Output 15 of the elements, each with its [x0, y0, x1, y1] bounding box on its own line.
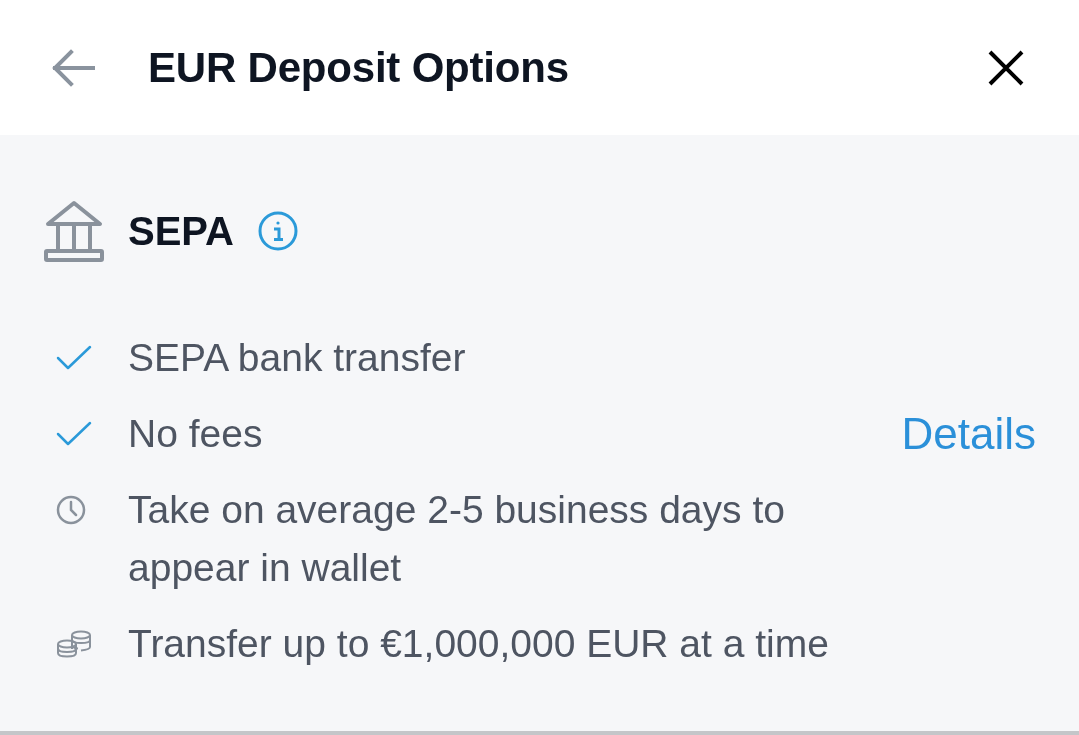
feature-text: SEPA bank transfer	[128, 335, 466, 381]
bank-icon	[43, 200, 105, 262]
check-icon	[56, 345, 92, 371]
close-icon	[988, 49, 1024, 86]
clock-icon	[56, 495, 86, 525]
feature-text: Transfer up to €1,000,000 EUR at a time	[128, 621, 829, 667]
check-icon	[56, 421, 92, 447]
coins-icon	[56, 630, 92, 658]
feature-text: Take on average 2-5 business days to appear in wallet	[128, 487, 786, 591]
details-link[interactable]: Details	[901, 405, 1036, 463]
section-title: SEPA	[128, 211, 234, 251]
back-arrow-icon	[52, 48, 96, 87]
page-title: EUR Deposit Options	[148, 46, 569, 89]
feature-text: No fees	[128, 411, 263, 457]
info-icon[interactable]	[257, 211, 298, 251]
